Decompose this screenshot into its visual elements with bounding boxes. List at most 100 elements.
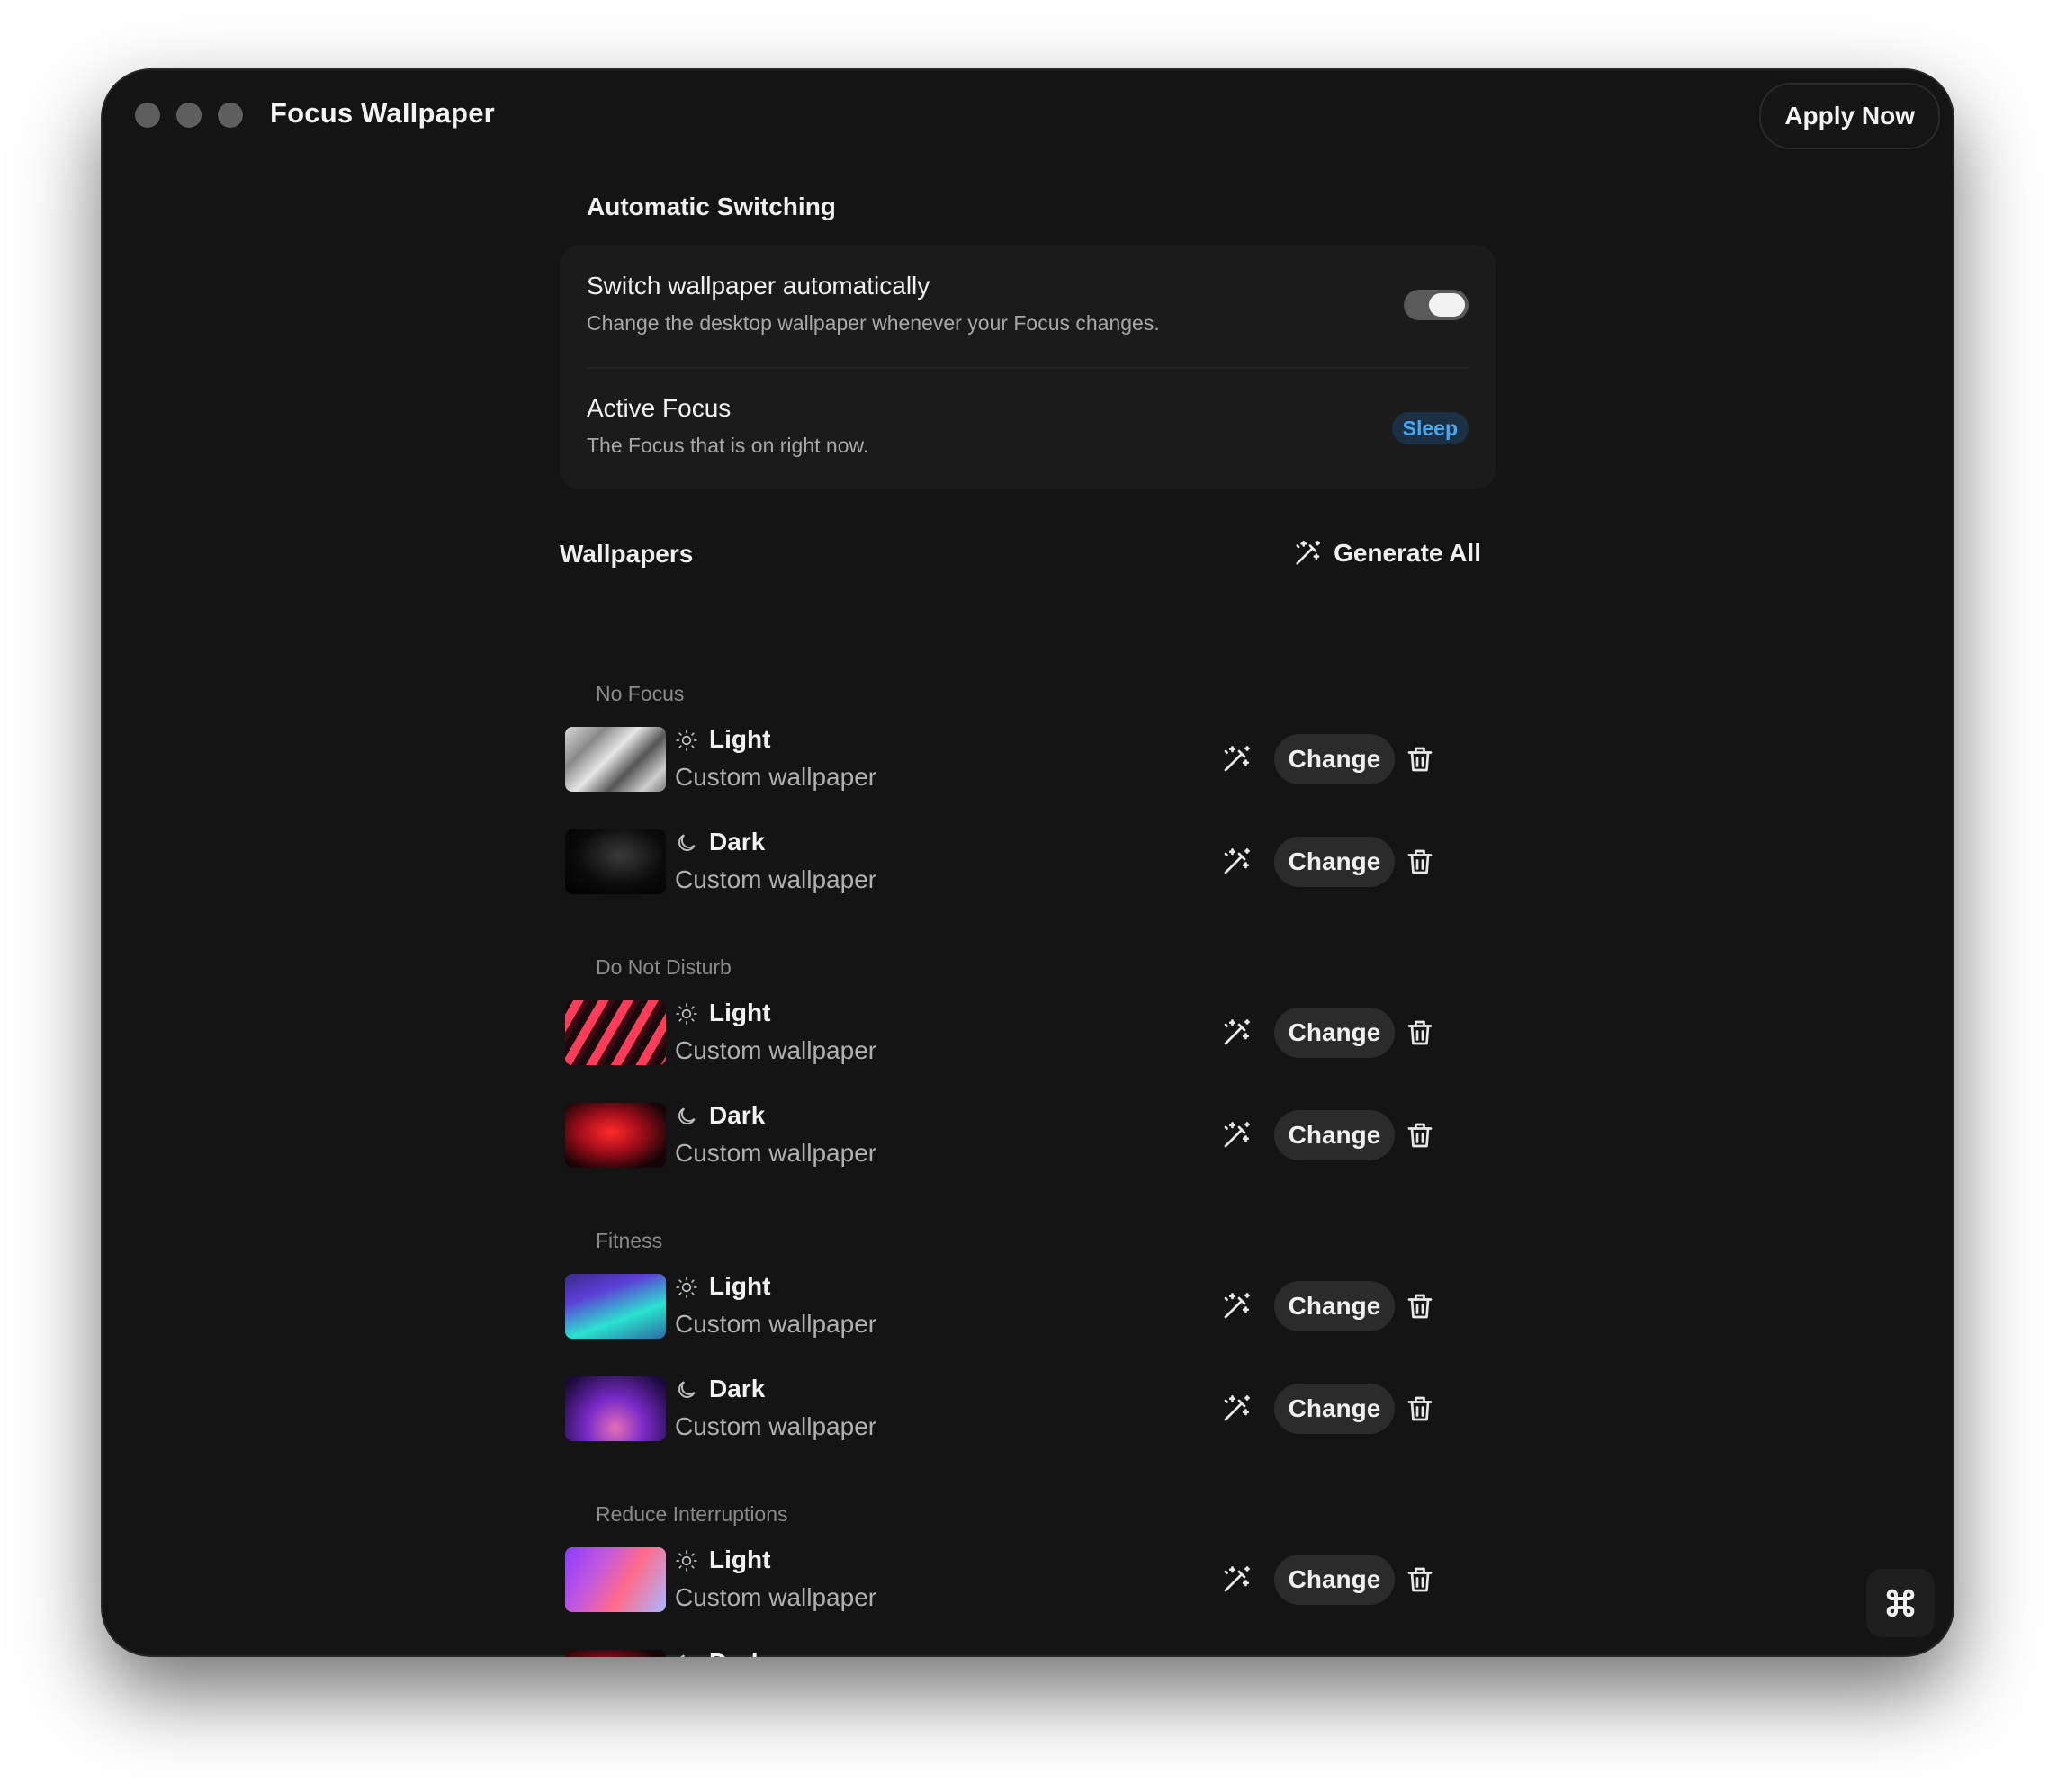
wallpaper-subtitle: Custom wallpaper: [675, 865, 877, 893]
app-window: Focus Wallpaper Apply Now Automatic Swit…: [101, 68, 1954, 1657]
appearance-mode-label: Dark: [709, 1375, 766, 1402]
switch-automatically-description: Change the desktop wallpaper whenever yo…: [587, 311, 1160, 335]
wallpaper-thumbnail[interactable]: [565, 727, 666, 792]
wallpaper-row: Dark Custom wallpaper Change: [565, 1101, 1474, 1169]
magic-wand-icon: [1220, 1393, 1253, 1425]
generate-wallpaper-button[interactable]: [1220, 1564, 1253, 1596]
change-wallpaper-button[interactable]: Change: [1274, 1008, 1395, 1058]
wallpaper-thumbnail[interactable]: [565, 1103, 666, 1168]
automatic-switching-heading: Automatic Switching: [587, 193, 836, 220]
switch-automatically-toggle[interactable]: [1404, 290, 1469, 320]
trash-icon: [1404, 1119, 1436, 1151]
generate-wallpaper-button[interactable]: [1220, 1290, 1253, 1322]
generate-wallpaper-button[interactable]: [1220, 1119, 1253, 1151]
active-focus-badge: Sleep: [1391, 412, 1469, 444]
wallpaper-thumbnail[interactable]: [565, 1547, 666, 1612]
appearance-mode-label: Dark: [709, 1101, 766, 1129]
wallpaper-subtitle: Custom wallpaper: [675, 1583, 877, 1611]
appearance-mode-label: Light: [709, 1272, 771, 1300]
wallpaper-subtitle: Custom wallpaper: [675, 1412, 877, 1440]
delete-wallpaper-button[interactable]: [1404, 1119, 1436, 1151]
minimize-window-button[interactable]: [176, 103, 202, 128]
trash-icon: [1404, 1290, 1436, 1322]
delete-wallpaper-button[interactable]: [1404, 846, 1436, 878]
delete-wallpaper-button[interactable]: [1404, 1393, 1436, 1425]
change-wallpaper-button[interactable]: Change: [1274, 837, 1395, 887]
wallpaper-subtitle: Custom wallpaper: [675, 1310, 877, 1338]
window-controls: [135, 103, 243, 128]
change-wallpaper-button[interactable]: Change: [1274, 1281, 1395, 1331]
appearance-mode-label: Light: [709, 1546, 771, 1573]
wallpaper-subtitle: Custom wallpaper: [675, 763, 877, 791]
active-focus-description: The Focus that is on right now.: [587, 434, 869, 457]
trash-icon: [1404, 1393, 1436, 1425]
generate-all-button[interactable]: Generate All: [1292, 538, 1481, 569]
sun-icon: [675, 1549, 698, 1572]
magic-wand-icon: [1292, 538, 1323, 569]
generate-all-label: Generate All: [1334, 539, 1481, 567]
change-wallpaper-button[interactable]: Change: [1274, 1110, 1395, 1160]
sun-icon: [675, 1002, 698, 1026]
change-wallpaper-button[interactable]: Change: [1274, 1384, 1395, 1434]
wallpaper-row: Dark Custom wallpaper Change: [565, 828, 1474, 896]
group-label: No Focus: [596, 682, 685, 705]
generate-wallpaper-button[interactable]: [1220, 1017, 1253, 1049]
delete-wallpaper-button[interactable]: [1404, 1017, 1436, 1049]
appearance-mode-label: Dark: [709, 828, 766, 856]
group-label: Reduce Interruptions: [596, 1502, 788, 1526]
generate-wallpaper-button[interactable]: [1220, 846, 1253, 878]
zoom-window-button[interactable]: [218, 103, 243, 128]
wallpaper-thumbnail[interactable]: [565, 1000, 666, 1065]
moon-icon: [675, 831, 698, 855]
command-key-button[interactable]: [1866, 1569, 1935, 1637]
wallpaper-thumbnail[interactable]: [565, 1274, 666, 1339]
automatic-switching-card: Switch wallpaper automatically Change th…: [560, 245, 1496, 489]
change-wallpaper-button[interactable]: Change: [1274, 734, 1395, 784]
wallpaper-subtitle: Custom wallpaper: [675, 1139, 877, 1167]
magic-wand-icon: [1220, 1119, 1253, 1151]
sun-icon: [675, 1276, 698, 1299]
appearance-mode-label: Light: [709, 725, 771, 753]
wallpapers-heading: Wallpapers: [560, 540, 694, 568]
sun-icon: [675, 729, 698, 752]
trash-icon: [1404, 846, 1436, 878]
magic-wand-icon: [1220, 1017, 1253, 1049]
window-title: Focus Wallpaper: [270, 97, 495, 129]
wallpaper-thumbnail[interactable]: [565, 1376, 666, 1441]
appearance-mode-label: Light: [709, 999, 771, 1026]
magic-wand-icon: [1220, 846, 1253, 878]
moon-icon: [675, 1652, 698, 1657]
generate-wallpaper-button[interactable]: [1220, 743, 1253, 775]
trash-icon: [1404, 1017, 1436, 1049]
wallpaper-thumbnail[interactable]: [565, 1650, 666, 1657]
generate-wallpaper-button[interactable]: [1220, 1393, 1253, 1425]
moon-icon: [675, 1378, 698, 1402]
active-focus-title: Active Focus: [587, 394, 732, 422]
group-label: Do Not Disturb: [596, 955, 732, 979]
delete-wallpaper-button[interactable]: [1404, 743, 1436, 775]
apply-now-button[interactable]: Apply Now: [1759, 83, 1940, 149]
wallpaper-subtitle: Custom wallpaper: [675, 1036, 877, 1064]
close-window-button[interactable]: [135, 103, 160, 128]
moon-icon: [675, 1105, 698, 1128]
wallpaper-row: Light Custom wallpaper Change: [565, 999, 1474, 1067]
trash-icon: [1404, 1564, 1436, 1596]
wallpaper-row: Dark Custom wallpaper Change: [565, 1375, 1474, 1443]
switch-automatically-row: Switch wallpaper automatically Change th…: [587, 245, 1469, 369]
wallpaper-row: Light Custom wallpaper Change: [565, 1546, 1474, 1614]
wallpaper-row: Light Custom wallpaper Change: [565, 725, 1474, 793]
wallpaper-row: Light Custom wallpaper Change: [565, 1272, 1474, 1340]
magic-wand-icon: [1220, 1564, 1253, 1596]
magic-wand-icon: [1220, 1290, 1253, 1322]
change-wallpaper-button[interactable]: Change: [1274, 1555, 1395, 1605]
toggle-knob: [1429, 293, 1465, 317]
active-focus-row: Active Focus The Focus that is on right …: [587, 367, 1469, 489]
command-icon: [1886, 1589, 1915, 1617]
appearance-mode-label: Dark: [709, 1648, 765, 1657]
magic-wand-icon: [1220, 743, 1253, 775]
delete-wallpaper-button[interactable]: [1404, 1564, 1436, 1596]
wallpaper-row: DarkCustom wallpaperChange: [565, 1648, 1474, 1657]
wallpaper-thumbnail[interactable]: [565, 829, 666, 894]
delete-wallpaper-button[interactable]: [1404, 1290, 1436, 1322]
switch-automatically-title: Switch wallpaper automatically: [587, 272, 930, 300]
